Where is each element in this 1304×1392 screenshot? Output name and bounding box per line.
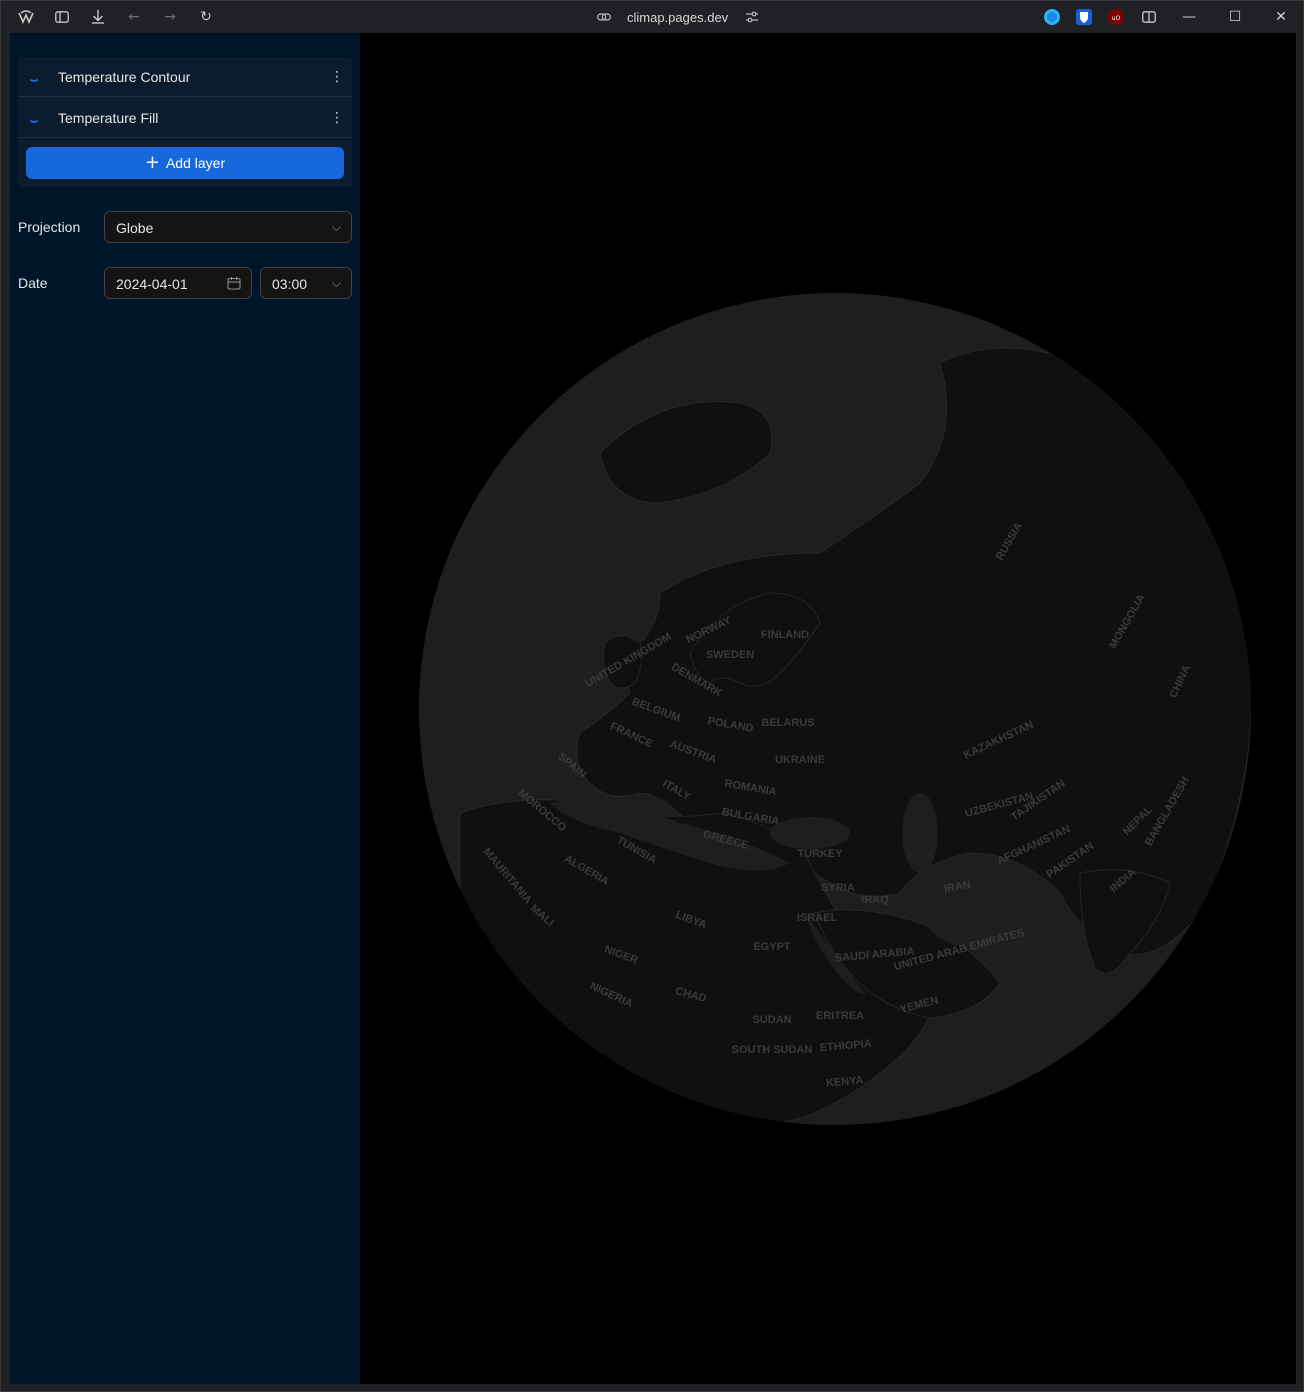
time-select[interactable]: 03:00 ⌵ [260,267,352,299]
reload-icon[interactable]: ↻ [196,7,216,27]
add-layer-label: Add layer [165,155,226,171]
download-icon[interactable] [88,7,108,27]
date-picker[interactable]: 2024-04-01 [104,267,252,299]
more-vertical-icon[interactable]: ⋮ [330,68,344,86]
page-content: Temperature Contour ⋮ Temperature Fill ⋮… [10,33,1296,1384]
layer-list: Temperature Contour ⋮ Temperature Fill ⋮… [18,57,352,187]
address-bar[interactable]: climap.pages.dev [597,7,759,27]
country-label: SWEDEN [706,649,754,661]
globe-map[interactable]: UNITED KINGDOM NORWAY SWEDEN FINLAND DENMARK… [360,33,1296,1384]
ublock-origin-icon[interactable]: uO [1108,9,1124,25]
country-label: TURKEY [797,848,843,860]
date-value: 2024-04-01 [116,276,188,292]
sidebar-toggle-icon[interactable] [52,7,72,27]
layer-name: Temperature Fill [58,110,159,126]
country-label: EGYPT [753,941,791,953]
chevron-down-icon: ⌵ [331,276,341,290]
more-vertical-icon[interactable]: ⋮ [330,109,344,127]
svg-text:uO: uO [1112,15,1121,22]
projection-label: Projection [18,219,81,235]
split-view-icon[interactable] [1139,7,1159,27]
projection-value: Globe [116,220,154,236]
url-text: climap.pages.dev [627,9,729,25]
country-label: UKRAINE [775,754,825,766]
country-label: IRAQ [861,894,889,906]
calendar-icon [227,277,241,290]
browser-window: ← → ↻ climap.pages.dev uO — ☐ ✕ Temperat… [0,0,1304,1392]
caspian-sea [902,793,938,873]
add-layer-button[interactable]: + Add layer [26,147,344,179]
chevron-down-icon: ⌵ [331,220,341,234]
country-label: FINLAND [761,629,809,641]
country-label: ERITREA [816,1010,864,1022]
minimize-icon[interactable]: — [1177,5,1201,29]
browser-logo-icon[interactable] [16,7,36,27]
loading-spinner-icon [28,70,40,82]
browser-titlebar: ← → ↻ climap.pages.dev uO — ☐ ✕ [1,1,1303,33]
loading-spinner-icon [28,111,40,123]
forward-icon[interactable]: → [160,7,180,27]
country-label: SOUTH SUDAN [732,1044,813,1056]
plus-icon: + [144,152,160,173]
maximize-icon[interactable]: ☐ [1223,5,1247,29]
extension-circle-icon[interactable] [1044,9,1060,25]
country-label: SYRIA [821,882,855,894]
time-value: 03:00 [272,276,308,292]
date-label: Date [18,275,48,291]
country-label: BELARUS [761,717,814,729]
projection-select[interactable]: Globe ⌵ [104,211,352,243]
country-label: SUDAN [752,1014,791,1026]
site-settings-icon[interactable] [746,11,759,23]
layer-name: Temperature Contour [58,69,191,85]
bitwarden-shield-icon[interactable] [1076,9,1092,25]
link-icon [597,13,611,21]
country-label: ISRAEL [797,912,838,924]
black-sea [770,817,850,849]
globe-canvas[interactable]: UNITED KINGDOMNORWAYSWEDENFINLANDDENMARK… [360,33,1296,1384]
layer-item[interactable]: Temperature Contour ⋮ [18,57,352,97]
close-icon[interactable]: ✕ [1269,5,1293,29]
layer-item[interactable]: Temperature Fill ⋮ [18,98,352,138]
control-sidebar: Temperature Contour ⋮ Temperature Fill ⋮… [10,33,360,1384]
back-icon[interactable]: ← [124,7,144,27]
